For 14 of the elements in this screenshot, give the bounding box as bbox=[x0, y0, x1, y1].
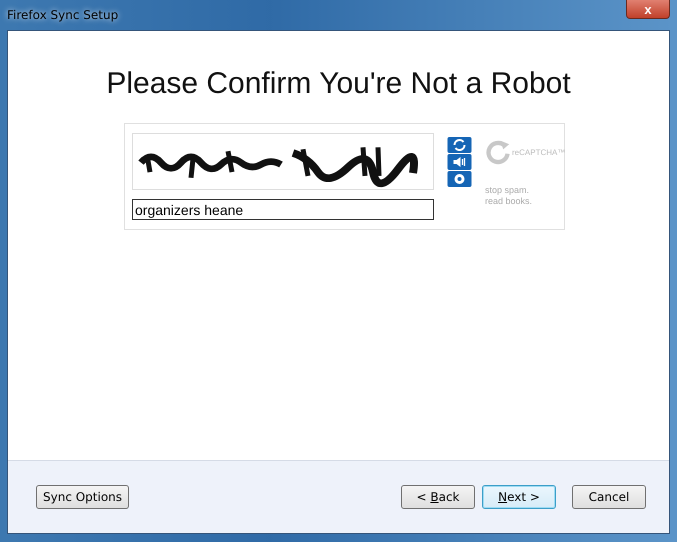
sync-options-button[interactable]: Sync Options bbox=[36, 485, 130, 509]
refresh-icon[interactable] bbox=[447, 137, 472, 153]
circular-arrow-icon bbox=[485, 139, 511, 165]
window-title: Firefox Sync Setup bbox=[7, 8, 118, 22]
logo-text: reCAPTCHA™ bbox=[512, 148, 566, 156]
page-heading: Please Confirm You're Not a Robot bbox=[106, 67, 571, 101]
speaker-icon[interactable] bbox=[447, 154, 472, 170]
answer-field[interactable]: organizers heane bbox=[132, 199, 434, 220]
slogan-text: stop spam. read books. bbox=[485, 185, 534, 207]
wizard-button[interactable]: Cancel bbox=[572, 485, 646, 509]
wizard-button[interactable]: < Back bbox=[401, 485, 475, 509]
help-icon[interactable] bbox=[447, 171, 472, 187]
close-button[interactable]: x bbox=[626, 0, 670, 19]
wizard-button[interactable]: Next > bbox=[482, 485, 556, 509]
